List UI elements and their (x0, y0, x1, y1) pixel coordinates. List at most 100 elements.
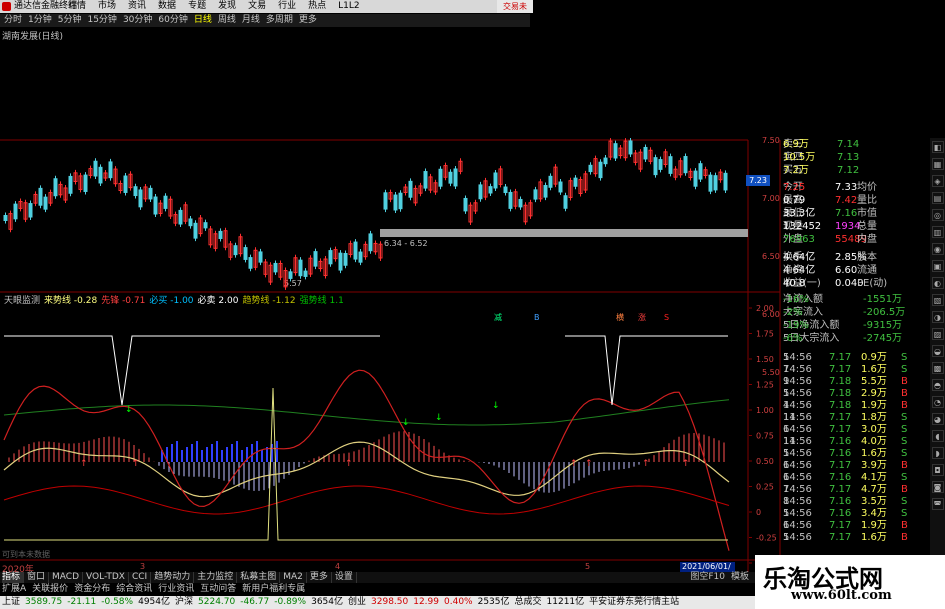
quote-row: 收益(一) 0.040 PE(动) 40.8 (783, 277, 927, 290)
flow-percent: -16% (783, 294, 809, 305)
candle-body (133, 186, 138, 197)
indicator-tab[interactable]: 窗口 (27, 572, 50, 583)
candle-body (503, 186, 508, 194)
toolbar-icon[interactable]: ◙ (931, 481, 944, 493)
watermark-url: www.60lt.com (791, 588, 892, 603)
toolbar-icon[interactable]: ◕ (931, 413, 944, 425)
candle-body (543, 185, 548, 198)
tab-template[interactable]: 模板 (731, 572, 755, 583)
candle-body (598, 161, 603, 179)
indicator-item: 来势线 -0.28 (44, 295, 97, 307)
info-tab[interactable]: 扩展A (2, 583, 26, 595)
candle-body (448, 171, 453, 184)
status-item: -46.77 (240, 597, 270, 607)
candle-body (3, 215, 8, 221)
candle-body (368, 233, 373, 252)
candle-body (533, 189, 538, 200)
info-tab[interactable]: 行业资讯 (158, 583, 194, 595)
indicator-tab[interactable]: 指标 (2, 572, 25, 583)
indicator-item-label: 来势线 (44, 296, 74, 306)
toolbar-icon[interactable]: ◚ (931, 498, 944, 510)
candle-body (288, 271, 293, 279)
stat-value: 132452 (783, 221, 822, 232)
status-item: 3298.50 (371, 597, 409, 607)
quote-panel: 卖三 7.14 6.9万 卖四 7.13 10.5万 买五 7.12 7.2万 今开 7.33 均价 7… (781, 138, 929, 558)
indicator-tab[interactable]: MA2 (283, 572, 307, 583)
toolbar-icon[interactable]: ◔ (931, 396, 944, 408)
signal-arrow: ↓ (435, 413, 443, 423)
toolbar-icon[interactable]: ◧ (931, 141, 944, 153)
status-item: 5224.70 (198, 597, 236, 607)
info-tab[interactable]: 互动问答 (200, 583, 236, 595)
toolbar-icon[interactable]: ◐ (931, 277, 944, 289)
indicator-item-label: 必买 (149, 296, 171, 306)
candle-body (193, 222, 198, 239)
ask-volume: 10.5万 (783, 152, 816, 163)
info-tab[interactable]: 新用户福利专属 (242, 583, 305, 595)
quote-row: 最低 7.16 市值 33.3亿 (783, 207, 927, 220)
toolbar-icon[interactable]: ▤ (931, 192, 944, 204)
candle-body (38, 187, 43, 206)
ask-volume: 6.9万 (783, 139, 809, 150)
toolbar-icon[interactable]: ▧ (931, 294, 944, 306)
stat-label: 总量 (857, 221, 877, 232)
toolbar-icon[interactable]: ◑ (931, 311, 944, 323)
tick-count: 5 (783, 532, 790, 543)
ask-price: 7.14 (837, 139, 860, 150)
quote-row: 大宗流入 -206.5万 -2% (783, 306, 927, 319)
range-band (380, 229, 748, 237)
quote-row: 最高 7.42 量比 0.79 (783, 194, 927, 207)
info-tab[interactable]: 资金分布 (74, 583, 110, 595)
toolbar-icon[interactable]: ◓ (931, 379, 944, 391)
stat-value: 40.8 (783, 278, 806, 289)
tab-right-label[interactable]: 图空F10 (690, 572, 728, 583)
indicator-tab[interactable]: MACD (52, 572, 84, 583)
must-sell-series (565, 335, 728, 406)
price-axis: 7.50 7.00 6.50 6.00 5.50 (750, 136, 780, 560)
flow-value: -9315万 (863, 320, 903, 331)
toolbar-icon[interactable]: ▦ (931, 158, 944, 170)
toolbar-icon[interactable]: ◗ (931, 447, 944, 459)
price-axis-tick: 5.50 (762, 368, 780, 377)
toolbar-icon[interactable]: ◎ (931, 209, 944, 221)
indicator-tab[interactable]: 主力监控 (197, 572, 238, 583)
signal-arrow: ↑ (132, 459, 140, 469)
indicator-item-value: 2.00 (218, 296, 239, 306)
stat-value: 7.42 (835, 195, 858, 206)
candle-body (693, 170, 698, 187)
quote-row: 卖四 7.13 10.5万 (783, 151, 927, 164)
toolbar-icon[interactable]: ◈ (931, 175, 944, 187)
indicator-item: 先锋 -0.71 (101, 295, 145, 307)
indicator-tab[interactable]: 设置 (335, 572, 357, 583)
indicator-name[interactable]: 天眼监测 (4, 295, 40, 307)
status-item: -0.89% (274, 597, 307, 607)
indicator-tab[interactable]: CCI (132, 572, 152, 583)
toolbar-icon[interactable]: ◉ (931, 243, 944, 255)
indicator-header[interactable]: 天眼监测 来势线 -0.28 先锋 -0.71 必买 -1.00 必卖 2.00 趋势线 … (0, 295, 385, 307)
toolbar-icon[interactable]: ▣ (931, 260, 944, 272)
indicator-tab[interactable]: VOL-TDX (86, 572, 129, 583)
x-axis-tick: 3 (140, 562, 145, 571)
info-tab[interactable]: 综合资讯 (116, 583, 152, 595)
toolbar-icon[interactable]: ▩ (931, 362, 944, 374)
toolbar-icon[interactable]: ◒ (931, 345, 944, 357)
toolbar-icon[interactable]: ▥ (931, 226, 944, 238)
range-annotation: 6.34 - 6.52 (384, 239, 428, 248)
flow-percent: -19% (783, 320, 809, 331)
indicator-tab[interactable]: 趋势动力 (154, 572, 195, 583)
info-tab[interactable]: 关联报价 (32, 583, 68, 595)
toolbar-icon[interactable]: ▨ (931, 328, 944, 340)
candle-body (343, 252, 348, 266)
indicator-tab[interactable]: 私募主图 (240, 572, 281, 583)
candle-body (273, 262, 278, 273)
price-axis-tick: 7.50 (762, 136, 780, 145)
stat-value: 7.33 (835, 182, 858, 193)
strong-line-series (3, 399, 730, 426)
toolbar-icon[interactable]: ◖ (931, 430, 944, 442)
toolbar-icon[interactable]: ◘ (931, 464, 944, 476)
signal-arrow: ↑ (642, 459, 650, 469)
candle-body (298, 259, 303, 277)
signal-arrow: ↑ (682, 459, 690, 469)
indicator-tab[interactable]: 更多 (310, 572, 332, 583)
status-item: 平安证券东莞行情主站 (589, 597, 680, 607)
